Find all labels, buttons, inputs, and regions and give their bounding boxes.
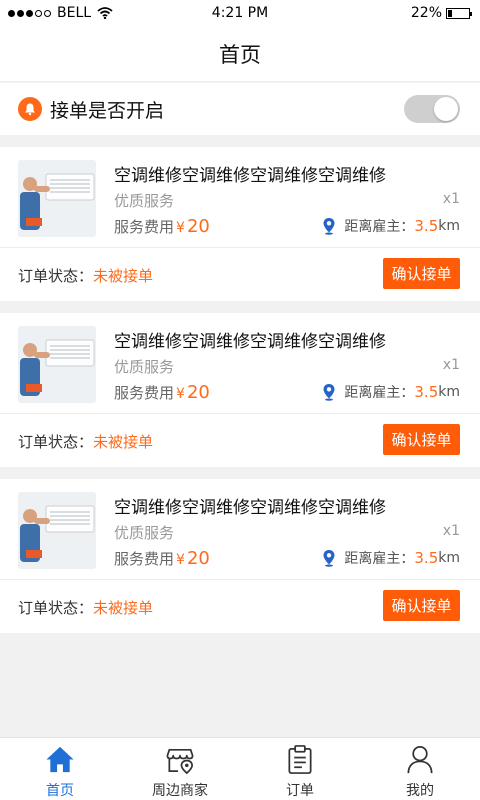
order-card: 空调维修空调维修空调维修空调维修 优质服务 x1 服务费用 ¥20 距离雇主： 3.… — [0, 147, 480, 301]
service-title: 空调维修空调维修空调维修空调维修 — [114, 498, 386, 518]
tab-label: 周边商家 — [152, 783, 208, 799]
order-status-label: 订单状态： — [18, 599, 94, 617]
fee-currency: ¥ — [176, 386, 185, 402]
order-info[interactable]: 空调维修空调维修空调维修空调维修 优质服务 x1 服务费用 ¥20 距离雇主： 3.… — [0, 313, 480, 414]
order-status-label: 订单状态： — [18, 433, 94, 451]
store-location-icon — [166, 748, 194, 775]
user-icon — [407, 746, 433, 774]
order-card: 空调维修空调维修空调维修空调维修 优质服务 x1 服务费用 ¥20 距离雇主： 3.… — [0, 479, 480, 633]
order-status-value: 未被接单 — [93, 433, 154, 451]
order-status-label: 订单状态： — [18, 267, 94, 285]
service-subtitle: 优质服务 — [114, 358, 175, 376]
service-fee: 服务费用 ¥20 — [114, 216, 210, 237]
distance-label: 距离雇主： — [344, 551, 415, 567]
order-thumbnail — [18, 492, 96, 569]
distance-label: 距离雇主： — [344, 385, 415, 401]
tab-orders[interactable]: 订单 — [240, 738, 360, 800]
accept-order-switch[interactable] — [404, 95, 460, 123]
distance-value: 3.5 — [414, 217, 439, 235]
battery-fill — [448, 9, 453, 17]
location-pin-icon — [323, 384, 335, 401]
order-status-row: 订单状态：未被接单 确认接单 — [0, 580, 480, 633]
service-quantity: x1 — [442, 191, 460, 207]
order-thumbnail — [18, 326, 96, 403]
service-title: 空调维修空调维修空调维修空调维修 — [114, 332, 386, 352]
accept-order-label: 接单是否开启 — [50, 99, 165, 122]
status-bar: BELL 4:21 PM 22% — [0, 0, 480, 26]
fee-currency: ¥ — [176, 552, 185, 568]
distance-info: 距离雇主： 3.5 km — [322, 548, 460, 568]
order-thumbnail — [18, 160, 96, 237]
fee-label: 服务费用 — [114, 550, 175, 568]
location-pin-icon — [323, 218, 335, 235]
confirm-accept-button[interactable]: 确认接单 — [383, 590, 460, 621]
location-pin-icon — [323, 550, 335, 567]
confirm-accept-button[interactable]: 确认接单 — [383, 258, 460, 289]
service-quantity: x1 — [442, 523, 460, 539]
nav-bar: 首页 — [0, 26, 480, 82]
tab-label: 首页 — [46, 783, 74, 799]
fee-label: 服务费用 — [114, 218, 175, 236]
service-subtitle: 优质服务 — [114, 192, 175, 210]
distance-label: 距离雇主： — [344, 219, 415, 235]
distance-unit: km — [438, 218, 460, 234]
fee-currency: ¥ — [176, 220, 185, 236]
order-status-value: 未被接单 — [93, 599, 154, 617]
service-quantity: x1 — [442, 357, 460, 373]
tab-nearby-merchants[interactable]: 周边商家 — [120, 738, 240, 800]
order-status: 订单状态：未被接单 — [18, 597, 153, 618]
tab-bar: 首页 周边商家 订单 我的 — [0, 737, 480, 800]
order-status-value: 未被接单 — [93, 267, 154, 285]
order-status-row: 订单状态：未被接单 确认接单 — [0, 248, 480, 301]
status-right: 22% — [410, 5, 472, 21]
order-info[interactable]: 空调维修空调维修空调维修空调维修 优质服务 x1 服务费用 ¥20 距离雇主： 3.… — [0, 147, 480, 248]
order-status: 订单状态：未被接单 — [18, 431, 153, 452]
service-title: 空调维修空调维修空调维修空调维修 — [114, 166, 386, 186]
tab-profile[interactable]: 我的 — [360, 738, 480, 800]
order-list: 空调维修空调维修空调维修空调维修 优质服务 x1 服务费用 ¥20 距离雇主： 3.… — [0, 147, 480, 645]
service-fee: 服务费用 ¥20 — [114, 548, 210, 569]
order-info[interactable]: 空调维修空调维修空调维修空调维修 优质服务 x1 服务费用 ¥20 距离雇主： 3.… — [0, 479, 480, 580]
service-fee: 服务费用 ¥20 — [114, 382, 210, 403]
accept-order-toggle-row: 接单是否开启 — [0, 83, 480, 135]
tab-label: 订单 — [286, 783, 314, 799]
switch-knob — [434, 97, 458, 121]
battery-percent: 22% — [410, 5, 442, 21]
battery-icon — [446, 7, 472, 19]
distance-unit: km — [438, 384, 460, 400]
fee-value: 20 — [186, 548, 210, 569]
distance-value: 3.5 — [414, 549, 439, 567]
clipboard-icon — [288, 745, 312, 774]
bell-icon — [18, 97, 42, 121]
distance-unit: km — [438, 550, 460, 566]
fee-label: 服务费用 — [114, 384, 175, 402]
home-icon — [46, 746, 74, 773]
status-time: 4:21 PM — [211, 5, 269, 21]
confirm-accept-button[interactable]: 确认接单 — [383, 424, 460, 455]
page-title: 首页 — [219, 42, 261, 67]
tab-home[interactable]: 首页 — [0, 738, 120, 800]
fee-value: 20 — [186, 382, 210, 403]
service-subtitle: 优质服务 — [114, 524, 175, 542]
order-status-row: 订单状态：未被接单 确认接单 — [0, 414, 480, 467]
fee-value: 20 — [186, 216, 210, 237]
distance-info: 距离雇主： 3.5 km — [322, 382, 460, 402]
distance-value: 3.5 — [414, 383, 439, 401]
distance-info: 距离雇主： 3.5 km — [322, 216, 460, 236]
order-card: 空调维修空调维修空调维修空调维修 优质服务 x1 服务费用 ¥20 距离雇主： 3.… — [0, 313, 480, 467]
order-status: 订单状态：未被接单 — [18, 265, 153, 286]
tab-label: 我的 — [406, 783, 434, 799]
